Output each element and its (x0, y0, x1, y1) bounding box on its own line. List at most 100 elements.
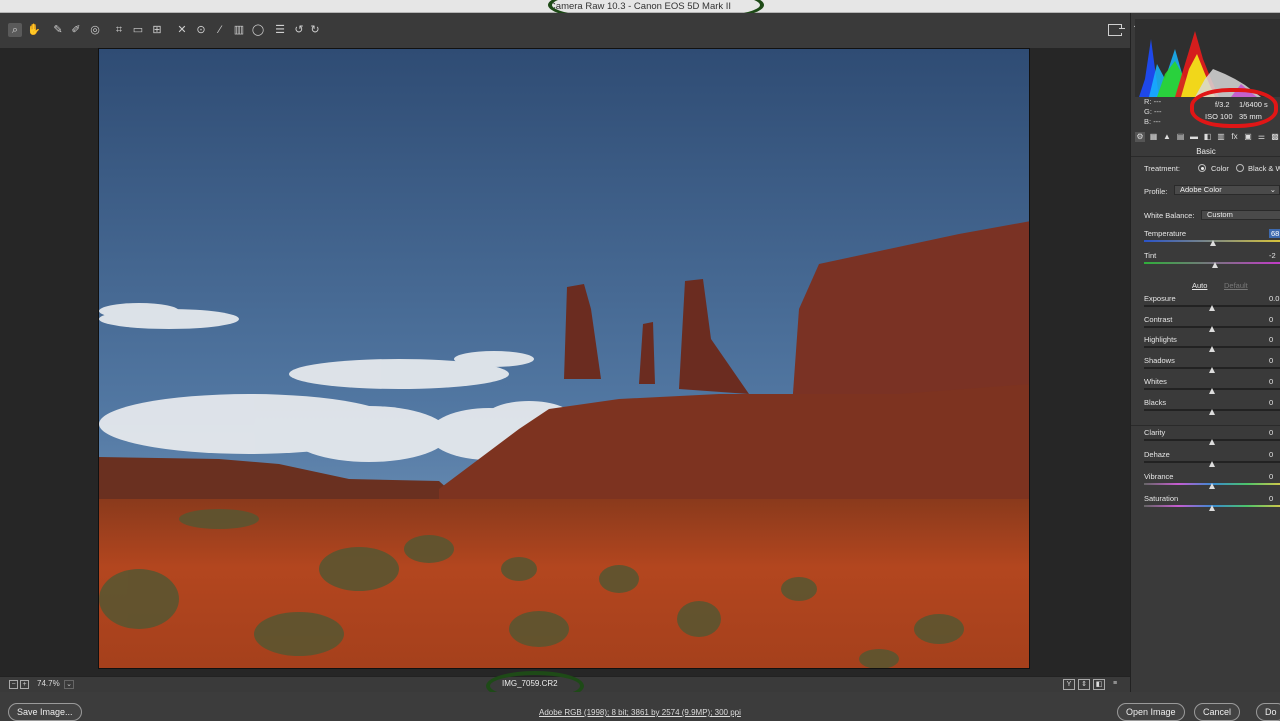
copy-settings-button[interactable]: ◧ (1093, 679, 1105, 690)
color-sampler-tool[interactable]: ✐ (69, 23, 83, 37)
whites-label: Whites (1144, 376, 1167, 386)
straighten-tool[interactable]: ▭ (131, 23, 145, 37)
spot-removal-tool[interactable]: ✕ (175, 23, 189, 37)
dehaze-label: Dehaze (1144, 450, 1170, 459)
snapshots-tab-icon[interactable]: ▩ (1270, 132, 1280, 142)
clarity-slider-thumb[interactable] (1209, 439, 1215, 445)
shadows-slider-thumb[interactable] (1209, 367, 1215, 374)
hand-tool[interactable]: ✋ (27, 23, 41, 37)
saturation-value[interactable]: 0 (1269, 494, 1273, 503)
treatment-bw-label: Black & W (1248, 164, 1280, 173)
temperature-label: Temperature (1144, 229, 1187, 238)
radial-filter-tool[interactable]: ◯ (251, 23, 265, 37)
divider (1131, 425, 1280, 426)
adjustment-brush-tool[interactable]: ⁄ (213, 23, 227, 37)
contrast-value[interactable]: 0 (1269, 315, 1273, 324)
zoom-dropdown[interactable]: ⌄ (64, 680, 74, 689)
white-balance-tool[interactable]: ✎ (51, 23, 65, 37)
exif-annotation-circle (1190, 88, 1278, 128)
treatment-color-label: Color (1211, 164, 1229, 173)
toolbar: ⌕ ✋ ✎ ✐ ◎ ⌗ ▭ ⊞ ✕ ⊙ ⁄ ▥ ◯ ☰ ↺ ↻ (0, 13, 1130, 48)
rgb-readout-g: G: --- (1144, 107, 1162, 116)
split-toning-tab-icon[interactable]: ▬ (1189, 132, 1199, 142)
blacks-slider-thumb[interactable] (1209, 408, 1215, 415)
white-balance-label: White Balance: (1144, 211, 1195, 220)
targeted-adjustment-tool[interactable]: ◎ (88, 23, 102, 37)
panel-section-title: Basic (1196, 147, 1216, 156)
open-preferences-tool[interactable]: ☰ (273, 23, 287, 37)
exposure-slider-thumb[interactable] (1209, 305, 1215, 311)
whites-slider-thumb[interactable] (1209, 387, 1215, 394)
tint-label: Tint (1144, 251, 1157, 260)
treatment-label: Treatment: (1144, 164, 1180, 173)
detail-tab-icon[interactable]: ▲ (1162, 132, 1172, 142)
red-eye-removal-tool[interactable]: ⊙ (194, 23, 208, 37)
save-image-button[interactable]: Save Image... (8, 703, 82, 721)
open-image-button[interactable]: Open Image (1117, 703, 1185, 721)
divider (1131, 156, 1280, 157)
highlights-label: Highlights (1144, 335, 1177, 345)
toggle-fullscreen-icon[interactable] (1108, 24, 1125, 36)
exposure-value[interactable]: 0.0 (1269, 294, 1279, 303)
done-button[interactable]: Do (1256, 703, 1280, 721)
clarity-value[interactable]: 0 (1269, 428, 1273, 437)
contrast-slider-thumb[interactable] (1209, 325, 1215, 332)
highlights-slider-thumb[interactable] (1209, 346, 1215, 353)
profile-select[interactable]: Adobe Color ⌄ (1174, 185, 1280, 195)
dehaze-value[interactable]: 0 (1269, 450, 1273, 459)
zoom-tool[interactable]: ⌕ (8, 23, 22, 37)
calibration-tab-icon[interactable]: ▣ (1243, 132, 1253, 142)
chevron-down-icon: ⌄ (1269, 185, 1276, 194)
lens-tab-icon[interactable]: ◧ (1203, 132, 1213, 142)
whites-value[interactable]: 0 (1269, 377, 1273, 386)
photo-preview[interactable] (98, 48, 1030, 669)
transform-tab-icon[interactable]: ▥ (1216, 132, 1226, 142)
default-link[interactable]: Default (1224, 281, 1248, 290)
panel-tabs: ⚙ ▦ ▲ ▤ ▬ ◧ ▥ fx ▣ ⚌ ▩ (1135, 131, 1280, 145)
temperature-slider-thumb[interactable] (1210, 240, 1217, 246)
vibrance-label: Vibrance (1144, 472, 1174, 481)
rgb-readout-r: R: --- (1144, 97, 1162, 106)
vibrance-slider-thumb[interactable] (1209, 483, 1215, 489)
rgb-readout-b: B: --- (1144, 117, 1161, 126)
dehaze-slider-thumb[interactable] (1209, 461, 1215, 467)
tint-value[interactable]: -2 (1269, 251, 1276, 260)
swap-settings-button[interactable]: ⇕ (1078, 679, 1090, 690)
shadows-value[interactable]: 0 (1269, 356, 1273, 365)
workflow-options-link[interactable]: Adobe RGB (1998); 8 bit; 3861 by 2574 (9… (539, 708, 741, 717)
blacks-value[interactable]: 0 (1269, 398, 1273, 407)
treatment-bw-radio[interactable] (1236, 164, 1244, 172)
saturation-label: Saturation (1144, 494, 1179, 503)
bottom-bar: Save Image... Adobe RGB (1998); 8 bit; 3… (0, 692, 1280, 721)
vibrance-value[interactable]: 0 (1269, 472, 1273, 481)
saturation-slider-thumb[interactable] (1209, 505, 1215, 511)
highlights-value[interactable]: 0 (1269, 335, 1273, 344)
temperature-value[interactable]: 68 (1269, 229, 1280, 238)
presets-tab-icon[interactable]: ⚌ (1257, 132, 1267, 142)
treatment-color-radio[interactable] (1198, 164, 1206, 172)
profile-label: Profile: (1144, 187, 1168, 196)
contrast-label: Contrast (1144, 314, 1173, 324)
cancel-button[interactable]: Cancel (1194, 703, 1241, 721)
rotate-left-tool[interactable]: ↺ (292, 23, 306, 37)
crop-tool[interactable]: ⌗ (112, 23, 126, 37)
auto-link[interactable]: Auto (1192, 281, 1207, 290)
shadows-label: Shadows (1144, 356, 1175, 366)
zoom-level: 74.7% (37, 679, 60, 688)
transform-tool[interactable]: ⊞ (150, 23, 164, 37)
rotate-right-tool[interactable]: ↻ (308, 23, 322, 37)
tint-slider-thumb[interactable] (1211, 262, 1218, 268)
view-settings-icon[interactable]: ≡ (1109, 679, 1121, 690)
zoom-out-button[interactable]: − (9, 680, 18, 689)
clarity-label: Clarity (1144, 428, 1166, 437)
blacks-label: Blacks (1144, 397, 1167, 407)
graduated-filter-tool[interactable]: ▥ (232, 23, 246, 37)
hsl-tab-icon[interactable]: ▤ (1176, 132, 1186, 142)
zoom-in-button[interactable]: + (20, 680, 29, 689)
effects-tab-icon[interactable]: fx (1230, 132, 1240, 142)
tone-curve-tab-icon[interactable]: ▦ (1149, 132, 1159, 142)
basic-tab-icon[interactable]: ⚙ (1135, 132, 1145, 142)
before-after-toggle[interactable]: Y (1063, 679, 1075, 690)
histogram (1135, 19, 1280, 97)
white-balance-select[interactable]: Custom (1201, 210, 1280, 220)
